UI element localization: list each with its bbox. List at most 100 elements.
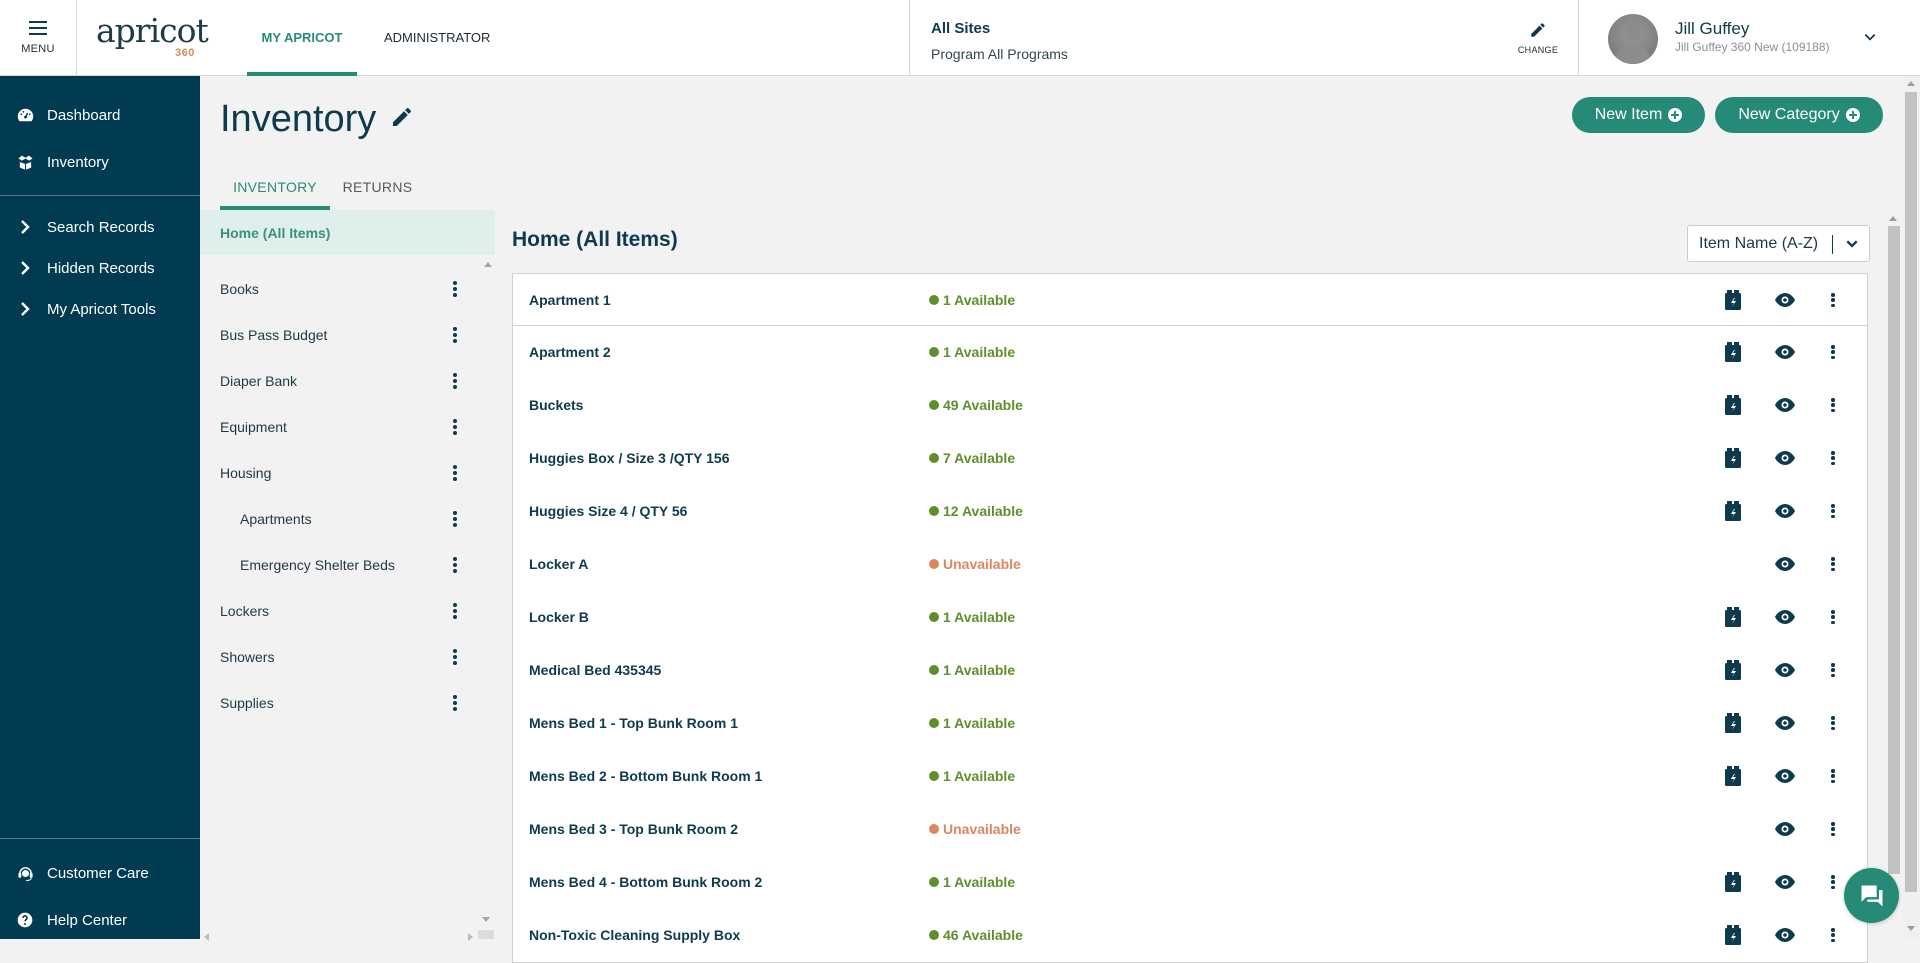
quick-checkout-box-icon[interactable] [1725,925,1741,945]
item-more-options-icon[interactable] [1831,451,1835,465]
item-name[interactable]: Locker B [529,609,589,625]
sidebar-item-hidden-records[interactable]: Hidden Records [0,251,200,285]
quick-checkout-box-icon[interactable] [1725,713,1741,733]
view-eye-icon[interactable] [1775,769,1795,783]
view-eye-icon[interactable] [1775,398,1795,412]
item-name[interactable]: Mens Bed 3 - Top Bunk Room 2 [529,821,738,837]
items-scrollbar-thumb[interactable] [1888,226,1900,874]
quick-checkout-box-icon[interactable] [1725,660,1741,680]
item-more-options-icon[interactable] [1831,504,1835,518]
category-more-options-icon[interactable] [453,373,457,389]
quick-checkout-box-icon[interactable] [1725,766,1741,786]
quick-checkout-box-icon[interactable] [1725,395,1741,415]
view-eye-icon[interactable] [1775,663,1795,677]
category-more-options-icon[interactable] [453,695,457,711]
item-name[interactable]: Huggies Size 4 / QTY 56 [529,503,687,519]
category-more-options-icon[interactable] [453,603,457,619]
category-item[interactable]: Showers [200,637,470,677]
category-more-options-icon[interactable] [453,465,457,481]
new-category-button[interactable]: New Category [1715,97,1883,133]
item-more-options-icon[interactable] [1831,716,1835,730]
category-more-options-icon[interactable] [453,327,457,343]
tab-inventory[interactable]: INVENTORY [220,164,330,210]
category-more-options-icon[interactable] [453,649,457,665]
item-more-options-icon[interactable] [1831,663,1835,677]
page-scrollbar[interactable] [1903,76,1920,939]
item-more-options-icon[interactable] [1831,875,1835,889]
view-eye-icon[interactable] [1775,557,1795,571]
item-name[interactable]: Buckets [529,397,583,413]
new-item-button[interactable]: New Item [1572,97,1705,133]
category-more-options-icon[interactable] [453,557,457,573]
horizontal-scroll-left[interactable] [204,933,209,941]
category-scroll-down[interactable] [482,917,490,922]
quick-checkout-box-icon[interactable] [1725,290,1741,310]
items-scrollbar[interactable] [1887,212,1900,939]
quick-checkout-box-icon[interactable] [1725,501,1741,521]
quick-checkout-box-icon[interactable] [1725,607,1741,627]
item-more-options-icon[interactable] [1831,769,1835,783]
item-row: Mens Bed 3 - Top Bunk Room 2 Unavailable [512,803,1868,857]
view-eye-icon[interactable] [1775,451,1795,465]
user-menu[interactable]: Jill Guffey Jill Guffey 360 New (109188) [1580,0,1920,75]
category-item[interactable]: Diaper Bank [200,361,470,401]
sidebar-item-help-center[interactable]: Help Center [0,903,200,937]
sidebar-item-search-records[interactable]: Search Records [0,210,200,244]
item-more-options-icon[interactable] [1831,398,1835,412]
item-more-options-icon[interactable] [1831,928,1835,942]
view-eye-icon[interactable] [1775,716,1795,730]
sidebar-item-customer-care[interactable]: Customer Care [0,856,200,890]
quick-checkout-box-icon[interactable] [1725,872,1741,892]
category-item[interactable]: Equipment [200,407,470,447]
category-scroll-up[interactable] [484,262,492,267]
category-home-all-items[interactable]: Home (All Items) [200,210,495,255]
view-eye-icon[interactable] [1775,345,1795,359]
view-eye-icon[interactable] [1775,822,1795,836]
category-item[interactable]: Emergency Shelter Beds [200,545,470,585]
item-more-options-icon[interactable] [1831,557,1835,571]
sidebar-item-inventory[interactable]: Inventory [0,145,200,179]
item-name[interactable]: Apartment 1 [529,292,611,308]
edit-title-pencil-icon[interactable] [390,105,414,129]
chat-button[interactable] [1844,868,1899,923]
item-name[interactable]: Mens Bed 2 - Bottom Bunk Room 1 [529,768,762,784]
item-more-options-icon[interactable] [1831,293,1835,307]
item-name[interactable]: Locker A [529,556,588,572]
tab-returns[interactable]: RETURNS [340,164,415,210]
apricot-logo[interactable]: apricot 360 [96,14,209,62]
category-more-options-icon[interactable] [453,511,457,527]
category-item[interactable]: Lockers [200,591,470,631]
view-eye-icon[interactable] [1775,293,1795,307]
sidebar-item-my-apricot-tools[interactable]: My Apricot Tools [0,292,200,326]
category-item[interactable]: Books [200,269,470,309]
quick-checkout-box-icon[interactable] [1725,448,1741,468]
menu-button[interactable]: MENU [0,0,77,75]
category-item[interactable]: Bus Pass Budget [200,315,470,355]
sidebar-item-dashboard[interactable]: Dashboard [0,98,200,132]
category-more-options-icon[interactable] [453,419,457,435]
change-site-button[interactable]: CHANGE [1498,0,1578,75]
item-name[interactable]: Mens Bed 4 - Bottom Bunk Room 2 [529,874,762,890]
category-item[interactable]: Supplies [200,683,470,723]
item-name[interactable]: Non-Toxic Cleaning Supply Box [529,927,740,943]
page-scrollbar-thumb[interactable] [1905,92,1917,892]
view-eye-icon[interactable] [1775,875,1795,889]
item-more-options-icon[interactable] [1831,822,1835,836]
item-more-options-icon[interactable] [1831,345,1835,359]
view-eye-icon[interactable] [1775,928,1795,942]
item-name[interactable]: Apartment 2 [529,344,611,360]
quick-checkout-box-icon[interactable] [1725,342,1741,362]
nav-tab-my-apricot[interactable]: MY APRICOT [247,0,357,76]
item-name[interactable]: Huggies Box / Size 3 /QTY 156 [529,450,729,466]
category-item[interactable]: Apartments [200,499,470,539]
item-name[interactable]: Medical Bed 435345 [529,662,661,678]
nav-tab-administrator[interactable]: ADMINISTRATOR [384,0,490,75]
sort-select[interactable]: Item Name (A-Z) [1687,225,1870,262]
view-eye-icon[interactable] [1775,504,1795,518]
category-more-options-icon[interactable] [453,281,457,297]
category-item[interactable]: Housing [200,453,470,493]
item-more-options-icon[interactable] [1831,610,1835,624]
view-eye-icon[interactable] [1775,610,1795,624]
horizontal-scroll-right[interactable] [468,933,473,941]
item-name[interactable]: Mens Bed 1 - Top Bunk Room 1 [529,715,738,731]
